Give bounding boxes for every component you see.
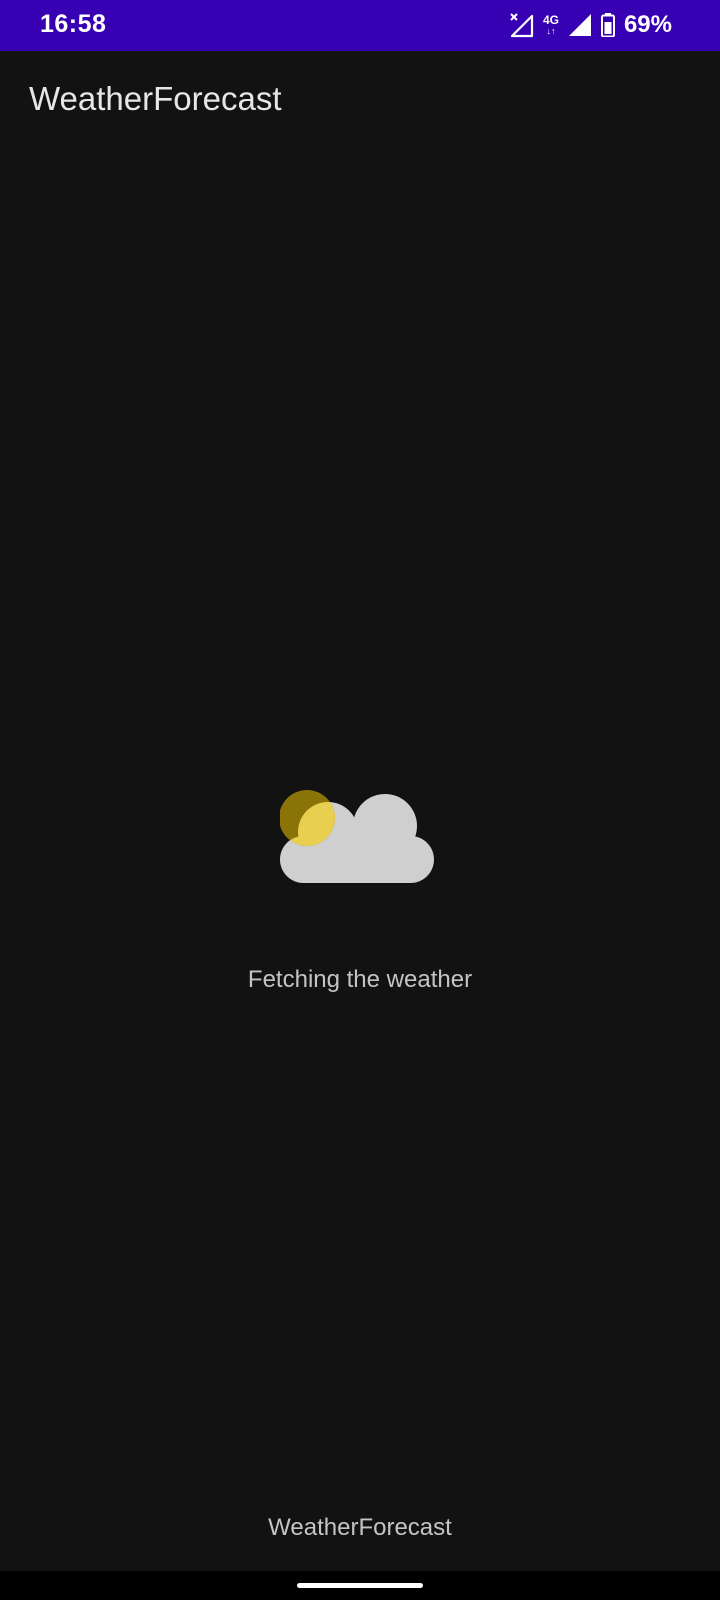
footer-title: WeatherForecast [268, 1514, 452, 1541]
app-title: WeatherForecast [29, 80, 282, 117]
no-signal-icon [510, 12, 534, 38]
network-type-label: 4G [542, 13, 559, 27]
partly-cloudy-icon [279, 790, 450, 890]
status-icons: 4G ↓↑ 69% [510, 9, 672, 41]
home-gesture-handle[interactable] [297, 1583, 423, 1588]
status-bar: 16:58 4G ↓↑ 69% [0, 0, 720, 51]
battery-percent: 69% [623, 11, 672, 38]
network-type-indicator: 4G ↓↑ [543, 14, 559, 36]
loading-message: Fetching the weather [247, 966, 473, 993]
screen: 16:58 4G ↓↑ 69% WeatherForecast Fetching… [0, 0, 720, 1600]
signal-strength-icon [568, 13, 592, 37]
data-arrows-icon: ↓↑ [546, 26, 556, 36]
status-time: 16:58 [40, 10, 107, 38]
battery-icon [600, 13, 615, 37]
navigation-bar [0, 1571, 720, 1600]
